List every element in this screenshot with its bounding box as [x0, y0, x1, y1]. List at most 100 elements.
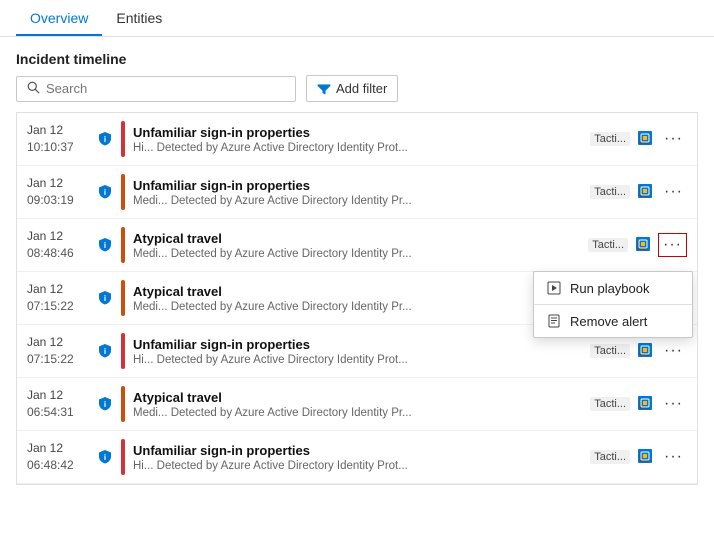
filter-icon [317, 82, 331, 96]
shield-icon: i [95, 290, 115, 306]
search-icon [27, 81, 40, 97]
more-options-button[interactable]: ··· [660, 181, 687, 203]
severity-bar [121, 333, 125, 369]
severity-bar [121, 174, 125, 210]
date-text: Jan 12 [27, 228, 89, 245]
date-col: Jan 12 07:15:22 [27, 281, 89, 315]
svg-text:i: i [104, 453, 106, 462]
incident-title: Atypical travel [133, 390, 584, 405]
timeline-container[interactable]: Jan 12 10:10:37 i Unfamiliar sign-in pro… [16, 112, 698, 485]
shield-icon: i [95, 343, 115, 359]
more-options-button[interactable]: ··· [658, 233, 687, 257]
time-text: 08:48:46 [27, 245, 89, 262]
incident-info: Unfamiliar sign-in properties Medi... De… [133, 178, 584, 207]
date-col: Jan 12 06:54:31 [27, 387, 89, 421]
tactic-badge: Tacti... [590, 397, 630, 411]
date-col: Jan 12 06:48:42 [27, 440, 89, 474]
incident-info: Atypical travel Medi... Detected by Azur… [133, 390, 584, 419]
incident-title: Atypical travel [133, 231, 582, 246]
search-input[interactable] [46, 81, 285, 96]
severity-bar [121, 280, 125, 316]
date-col: Jan 12 10:10:37 [27, 122, 89, 156]
context-menu-label: Remove alert [570, 314, 647, 329]
incident-subtitle: Medi... Detected by Azure Active Directo… [133, 195, 584, 207]
svg-text:i: i [104, 135, 106, 144]
tab-overview[interactable]: Overview [16, 0, 102, 36]
alert-icon: ⬛ [636, 447, 654, 468]
context-menu-label: Run playbook [570, 281, 650, 296]
timeline-row: Jan 12 09:03:19 i Unfamiliar sign-in pro… [17, 166, 697, 219]
more-options-button[interactable]: ··· [660, 340, 687, 362]
time-text: 06:48:42 [27, 457, 89, 474]
shield-icon: i [95, 184, 115, 200]
tactic-badge: Tacti... [590, 450, 630, 464]
incident-title: Unfamiliar sign-in properties [133, 178, 584, 193]
date-col: Jan 12 08:48:46 [27, 228, 89, 262]
severity-bar [121, 227, 125, 263]
severity-bar [121, 121, 125, 157]
date-text: Jan 12 [27, 440, 89, 457]
more-options-button[interactable]: ··· [660, 128, 687, 150]
severity-bar [121, 386, 125, 422]
tactic-badge: Tacti... [588, 238, 628, 252]
alert-icon: ⬛ [636, 182, 654, 203]
context-menu: Run playbook Remove alert [533, 271, 693, 338]
date-text: Jan 12 [27, 175, 89, 192]
toolbar: Add filter [0, 75, 714, 112]
more-options-button[interactable]: ··· [660, 446, 687, 468]
alert-icon: ⬛ [636, 129, 654, 150]
time-text: 07:15:22 [27, 351, 89, 368]
shield-icon: i [95, 237, 115, 253]
svg-text:i: i [104, 347, 106, 356]
incident-info: Atypical travel Medi... Detected by Azur… [133, 284, 584, 313]
date-text: Jan 12 [27, 281, 89, 298]
shield-icon: i [95, 449, 115, 465]
timeline-row: Jan 12 10:10:37 i Unfamiliar sign-in pro… [17, 113, 697, 166]
more-options-button[interactable]: ··· [660, 393, 687, 415]
svg-text:i: i [104, 188, 106, 197]
date-col: Jan 12 09:03:19 [27, 175, 89, 209]
incident-subtitle: Medi... Detected by Azure Active Directo… [133, 301, 584, 313]
date-col: Jan 12 07:15:22 [27, 334, 89, 368]
incident-title: Unfamiliar sign-in properties [133, 125, 584, 140]
shield-icon: i [95, 131, 115, 147]
time-text: 06:54:31 [27, 404, 89, 421]
alert-icon: ⬛ [634, 235, 652, 256]
time-text: 07:15:22 [27, 298, 89, 315]
incident-title: Atypical travel [133, 284, 584, 299]
date-text: Jan 12 [27, 387, 89, 404]
search-box[interactable] [16, 76, 296, 102]
playbook-icon [546, 280, 562, 296]
incident-title: Unfamiliar sign-in properties [133, 443, 584, 458]
tactic-badge: Tacti... [590, 132, 630, 146]
alert-icon: ⬛ [636, 341, 654, 362]
incident-info: Atypical travel Medi... Detected by Azur… [133, 231, 582, 260]
incident-info: Unfamiliar sign-in properties Hi... Dete… [133, 125, 584, 154]
date-text: Jan 12 [27, 122, 89, 139]
shield-icon: i [95, 396, 115, 412]
svg-text:i: i [104, 400, 106, 409]
incident-info: Unfamiliar sign-in properties Hi... Dete… [133, 337, 584, 366]
svg-text:i: i [104, 294, 106, 303]
tab-entities[interactable]: Entities [102, 0, 176, 36]
incident-subtitle: Hi... Detected by Azure Active Directory… [133, 354, 584, 366]
incident-subtitle: Hi... Detected by Azure Active Directory… [133, 460, 584, 472]
context-menu-item-remove-alert[interactable]: Remove alert [534, 304, 692, 337]
add-filter-button[interactable]: Add filter [306, 75, 398, 102]
time-text: 10:10:37 [27, 139, 89, 156]
time-text: 09:03:19 [27, 192, 89, 209]
remove-icon [546, 313, 562, 329]
tabs-bar: Overview Entities [0, 0, 714, 37]
timeline-row: Jan 12 06:48:42 i Unfamiliar sign-in pro… [17, 431, 697, 484]
svg-text:i: i [104, 241, 106, 250]
incident-subtitle: Medi... Detected by Azure Active Directo… [133, 248, 582, 260]
date-text: Jan 12 [27, 334, 89, 351]
tactic-badge: Tacti... [590, 185, 630, 199]
tactic-badge: Tacti... [590, 344, 630, 358]
section-title: Incident timeline [0, 37, 714, 75]
add-filter-label: Add filter [336, 81, 387, 96]
context-menu-item-run-playbook[interactable]: Run playbook [534, 272, 692, 304]
alert-icon: ⬛ [636, 394, 654, 415]
incident-subtitle: Hi... Detected by Azure Active Directory… [133, 142, 584, 154]
timeline-row: Jan 12 08:48:46 i Atypical travel Medi..… [17, 219, 697, 272]
